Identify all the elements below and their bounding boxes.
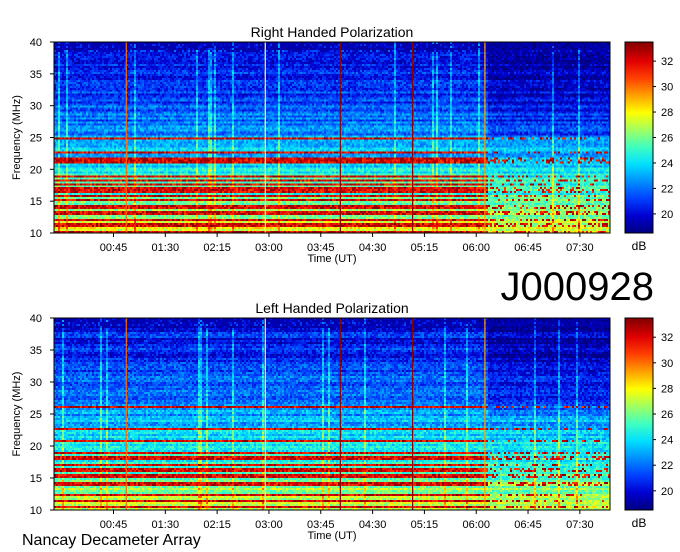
y-tick-label: 25	[30, 409, 42, 421]
x-tick-label: 01:30	[152, 519, 180, 531]
y-tick-label: 40	[30, 313, 42, 325]
colorbar-tick-label: 24	[661, 435, 673, 447]
x-tick-label: 00:45	[100, 519, 128, 531]
colorbar-tick-label: 22	[661, 183, 673, 195]
x-tick-label: 06:00	[462, 242, 490, 254]
x-tick-label: 04:30	[359, 519, 387, 531]
y-tick-label: 40	[30, 37, 42, 49]
y-axis-label: Frequency (MHz)	[11, 372, 23, 457]
colorbar-label: dB	[632, 239, 647, 253]
y-tick-label: 35	[30, 345, 42, 357]
colorbar-label: dB	[632, 516, 647, 530]
x-tick-label: 03:00	[255, 519, 283, 531]
y-tick-label: 30	[30, 101, 42, 113]
y-tick-label: 25	[30, 133, 42, 145]
observation-code: J000928	[501, 265, 654, 309]
chart-title: Right Handed Polarization	[251, 24, 414, 40]
y-tick-label: 10	[30, 505, 42, 517]
x-tick-label: 04:30	[359, 242, 387, 254]
colorbar-tick-label: 32	[661, 332, 673, 344]
x-tick-label: 01:30	[152, 242, 180, 254]
panel-left-handed: Left Handed Polarization 10 15 20 25 30 35 40 Fr…	[11, 300, 673, 542]
y-tick-label: 30	[30, 377, 42, 389]
colorbar-tick-label: 28	[661, 107, 673, 119]
x-axis-label: Time (UT)	[307, 530, 356, 542]
y-tick-label: 10	[30, 228, 42, 240]
y-tick-label: 15	[30, 196, 42, 208]
colorbar-tick-label: 20	[661, 486, 673, 498]
x-tick-label: 03:00	[255, 242, 283, 254]
spectrogram-image	[54, 318, 610, 510]
colorbar-tick-label: 32	[661, 56, 673, 68]
instrument-label: Nancay Decameter Array	[22, 532, 201, 549]
colorbar-tick-label: 30	[661, 358, 673, 370]
colorbar-tick-label: 24	[661, 158, 673, 170]
x-tick-label: 07:30	[566, 519, 594, 531]
x-tick-label: 06:45	[514, 519, 542, 531]
x-tick-label: 07:30	[566, 242, 594, 254]
colorbar-tick-label: 22	[661, 460, 673, 472]
y-tick-label: 15	[30, 473, 42, 485]
spectrogram-image	[54, 42, 610, 233]
y-tick-label: 35	[30, 69, 42, 81]
colorbar-tick-label: 26	[661, 133, 673, 145]
x-axis-label: Time (UT)	[307, 253, 356, 265]
y-tick-label: 20	[30, 441, 42, 453]
colorbar-tick-label: 26	[661, 409, 673, 421]
x-tick-label: 06:45	[514, 242, 542, 254]
colorbar	[624, 317, 654, 511]
spectrogram-figure: J000928 Nancay Decameter Array Right Han…	[11, 24, 673, 549]
x-tick-label: 00:45	[100, 242, 128, 254]
x-tick-label: 02:15	[203, 519, 231, 531]
y-axis-label: Frequency (MHz)	[11, 95, 23, 180]
colorbar-tick-label: 20	[661, 209, 673, 221]
colorbar-tick-label: 30	[661, 82, 673, 94]
x-tick-label: 06:00	[462, 519, 490, 531]
chart-title: Left Handed Polarization	[255, 300, 408, 316]
x-tick-label: 05:15	[411, 242, 439, 254]
panel-right-handed: Right Handed Polarization 10 15 20 25 30 35 40 F…	[11, 24, 673, 265]
x-tick-label: 02:15	[203, 242, 231, 254]
x-tick-label: 05:15	[411, 519, 439, 531]
colorbar	[624, 41, 654, 234]
y-tick-label: 20	[30, 164, 42, 176]
colorbar-tick-label: 28	[661, 383, 673, 395]
